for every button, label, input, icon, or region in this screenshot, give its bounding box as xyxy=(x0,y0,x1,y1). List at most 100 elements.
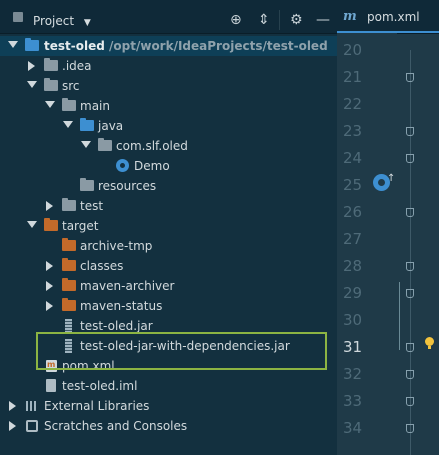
fold-guide-line xyxy=(410,50,411,455)
tree-item-demo[interactable]: Demo xyxy=(0,156,337,176)
package-icon xyxy=(98,138,112,151)
tree-item-scratches[interactable]: Scratches and Consoles xyxy=(0,416,337,436)
collapse-icon[interactable]: ⇕ xyxy=(258,13,270,27)
tree-item-idea[interactable]: .idea xyxy=(0,56,337,76)
collapse-arrow-icon[interactable] xyxy=(46,201,53,211)
project-view-label: Project xyxy=(33,14,75,28)
folder-icon xyxy=(62,98,76,111)
line-number: 26 xyxy=(343,203,363,221)
target-icon[interactable]: ⊕ xyxy=(230,13,242,27)
line-number: 30 xyxy=(343,311,363,329)
expand-arrow-icon[interactable] xyxy=(81,141,91,148)
fold-marker-icon[interactable] xyxy=(406,154,414,163)
java-class-icon xyxy=(116,159,129,172)
tree-item-maven-archiver[interactable]: maven-archiver xyxy=(0,276,337,296)
tree-item-archive-tmp[interactable]: archive-tmp xyxy=(0,236,337,256)
toolbar-divider xyxy=(279,10,280,30)
fold-marker-icon[interactable] xyxy=(406,289,414,298)
line-number: 32 xyxy=(343,365,363,383)
line-number: 27 xyxy=(343,230,363,248)
tree-item-label: com.slf.oled xyxy=(116,139,188,153)
line-number: 29 xyxy=(343,284,363,302)
gear-icon[interactable]: ⚙ xyxy=(290,13,303,27)
tree-item-label: Demo xyxy=(134,159,170,173)
module-file-icon xyxy=(46,379,56,392)
project-toolbar: Project ▼ ⊕ ⇕ ⚙ — xyxy=(0,0,337,34)
tree-item-label: resources xyxy=(98,179,157,193)
tree-item-label: archive-tmp xyxy=(80,239,153,253)
tree-item-label: External Libraries xyxy=(44,399,150,413)
excluded-folder-icon xyxy=(62,278,76,291)
collapse-arrow-icon[interactable] xyxy=(46,301,53,311)
expand-arrow-icon[interactable] xyxy=(45,101,55,108)
line-number: 33 xyxy=(343,392,363,410)
folder-icon xyxy=(44,58,58,71)
tree-item-label: maven-status xyxy=(80,299,163,313)
excluded-folder-icon xyxy=(44,218,58,231)
tree-item-iml[interactable]: test-oled.iml xyxy=(0,376,337,396)
expand-arrow-icon[interactable] xyxy=(63,121,73,128)
tree-item-main[interactable]: main xyxy=(0,96,337,116)
tree-item-label: target xyxy=(62,219,99,233)
tree-item-package[interactable]: com.slf.oled xyxy=(0,136,337,156)
project-panel: Project ▼ ⊕ ⇕ ⚙ — test-oled /opt/work/Id… xyxy=(0,0,337,455)
fold-marker-icon[interactable] xyxy=(406,370,414,379)
tree-item-src[interactable]: src xyxy=(0,76,337,96)
editor-tab-label: pom.xml xyxy=(367,10,420,24)
project-view-selector[interactable]: Project ▼ xyxy=(33,14,91,28)
tree-item-label: test-oled /opt/work/IdeaProjects/test-ol… xyxy=(44,39,328,53)
tree-item-target[interactable]: target xyxy=(0,216,337,236)
editor-tab-pom[interactable]: m pom.xml xyxy=(337,0,439,34)
root-name: test-oled xyxy=(44,39,105,53)
tree-item-classes[interactable]: classes xyxy=(0,256,337,276)
resources-folder-icon xyxy=(80,178,94,191)
fold-marker-icon[interactable] xyxy=(406,262,414,271)
root-path: /opt/work/IdeaProjects/test-oled xyxy=(109,39,328,53)
tree-item-label: src xyxy=(62,79,80,93)
tree-item-test[interactable]: test xyxy=(0,196,337,216)
scratches-icon xyxy=(26,420,38,432)
line-number: 22 xyxy=(343,95,363,113)
fold-marker-icon[interactable] xyxy=(406,127,414,136)
collapse-arrow-icon[interactable] xyxy=(28,61,35,71)
line-number: 20 xyxy=(343,41,363,59)
expand-arrow-icon[interactable] xyxy=(27,221,37,228)
line-number: 28 xyxy=(343,257,363,275)
fold-marker-icon[interactable] xyxy=(406,73,414,82)
tree-item-label: .idea xyxy=(62,59,92,73)
tree-item-external-libraries[interactable]: External Libraries xyxy=(0,396,337,416)
tree-item-label: Scratches and Consoles xyxy=(44,419,188,433)
project-view-icon xyxy=(13,12,23,22)
minimize-icon[interactable]: — xyxy=(316,13,330,27)
fold-marker-icon[interactable] xyxy=(406,208,414,217)
excluded-folder-icon xyxy=(62,258,76,271)
collapse-arrow-icon[interactable] xyxy=(9,421,16,431)
editor-panel: m pom.xml 20 21 22 23 24 25 26 27 28 29 … xyxy=(337,0,439,455)
tree-item-resources[interactable]: resources xyxy=(0,176,337,196)
folder-icon xyxy=(44,78,58,91)
tree-item-label: test-oled.jar xyxy=(80,319,153,333)
lightbulb-icon[interactable] xyxy=(425,337,434,349)
line-number: 34 xyxy=(343,419,363,437)
fold-marker-icon[interactable] xyxy=(406,424,414,433)
fold-marker-icon[interactable] xyxy=(406,343,414,352)
expand-arrow-icon[interactable] xyxy=(27,81,37,88)
editor-gutter: 20 21 22 23 24 25 26 27 28 29 30 31 32 3… xyxy=(337,33,397,455)
collapse-arrow-icon[interactable] xyxy=(46,261,53,271)
tree-item-maven-status[interactable]: maven-status xyxy=(0,296,337,316)
tree-item-label: classes xyxy=(80,259,124,273)
tree-item-root[interactable]: test-oled /opt/work/IdeaProjects/test-ol… xyxy=(0,36,337,56)
jar-file-icon xyxy=(65,319,72,333)
chevron-down-icon[interactable]: ▼ xyxy=(84,18,91,28)
collapse-arrow-icon[interactable] xyxy=(46,281,53,291)
fold-marker-icon[interactable] xyxy=(406,397,414,406)
folder-icon xyxy=(62,198,76,211)
source-folder-icon xyxy=(80,118,94,131)
library-icon xyxy=(26,401,38,411)
current-line-number: 31 xyxy=(343,338,363,356)
expand-arrow-icon[interactable] xyxy=(8,41,18,48)
collapse-arrow-icon[interactable] xyxy=(9,401,16,411)
tree-item-java[interactable]: java xyxy=(0,116,337,136)
line-number: 24 xyxy=(343,149,363,167)
jar-highlight-box xyxy=(36,332,327,370)
